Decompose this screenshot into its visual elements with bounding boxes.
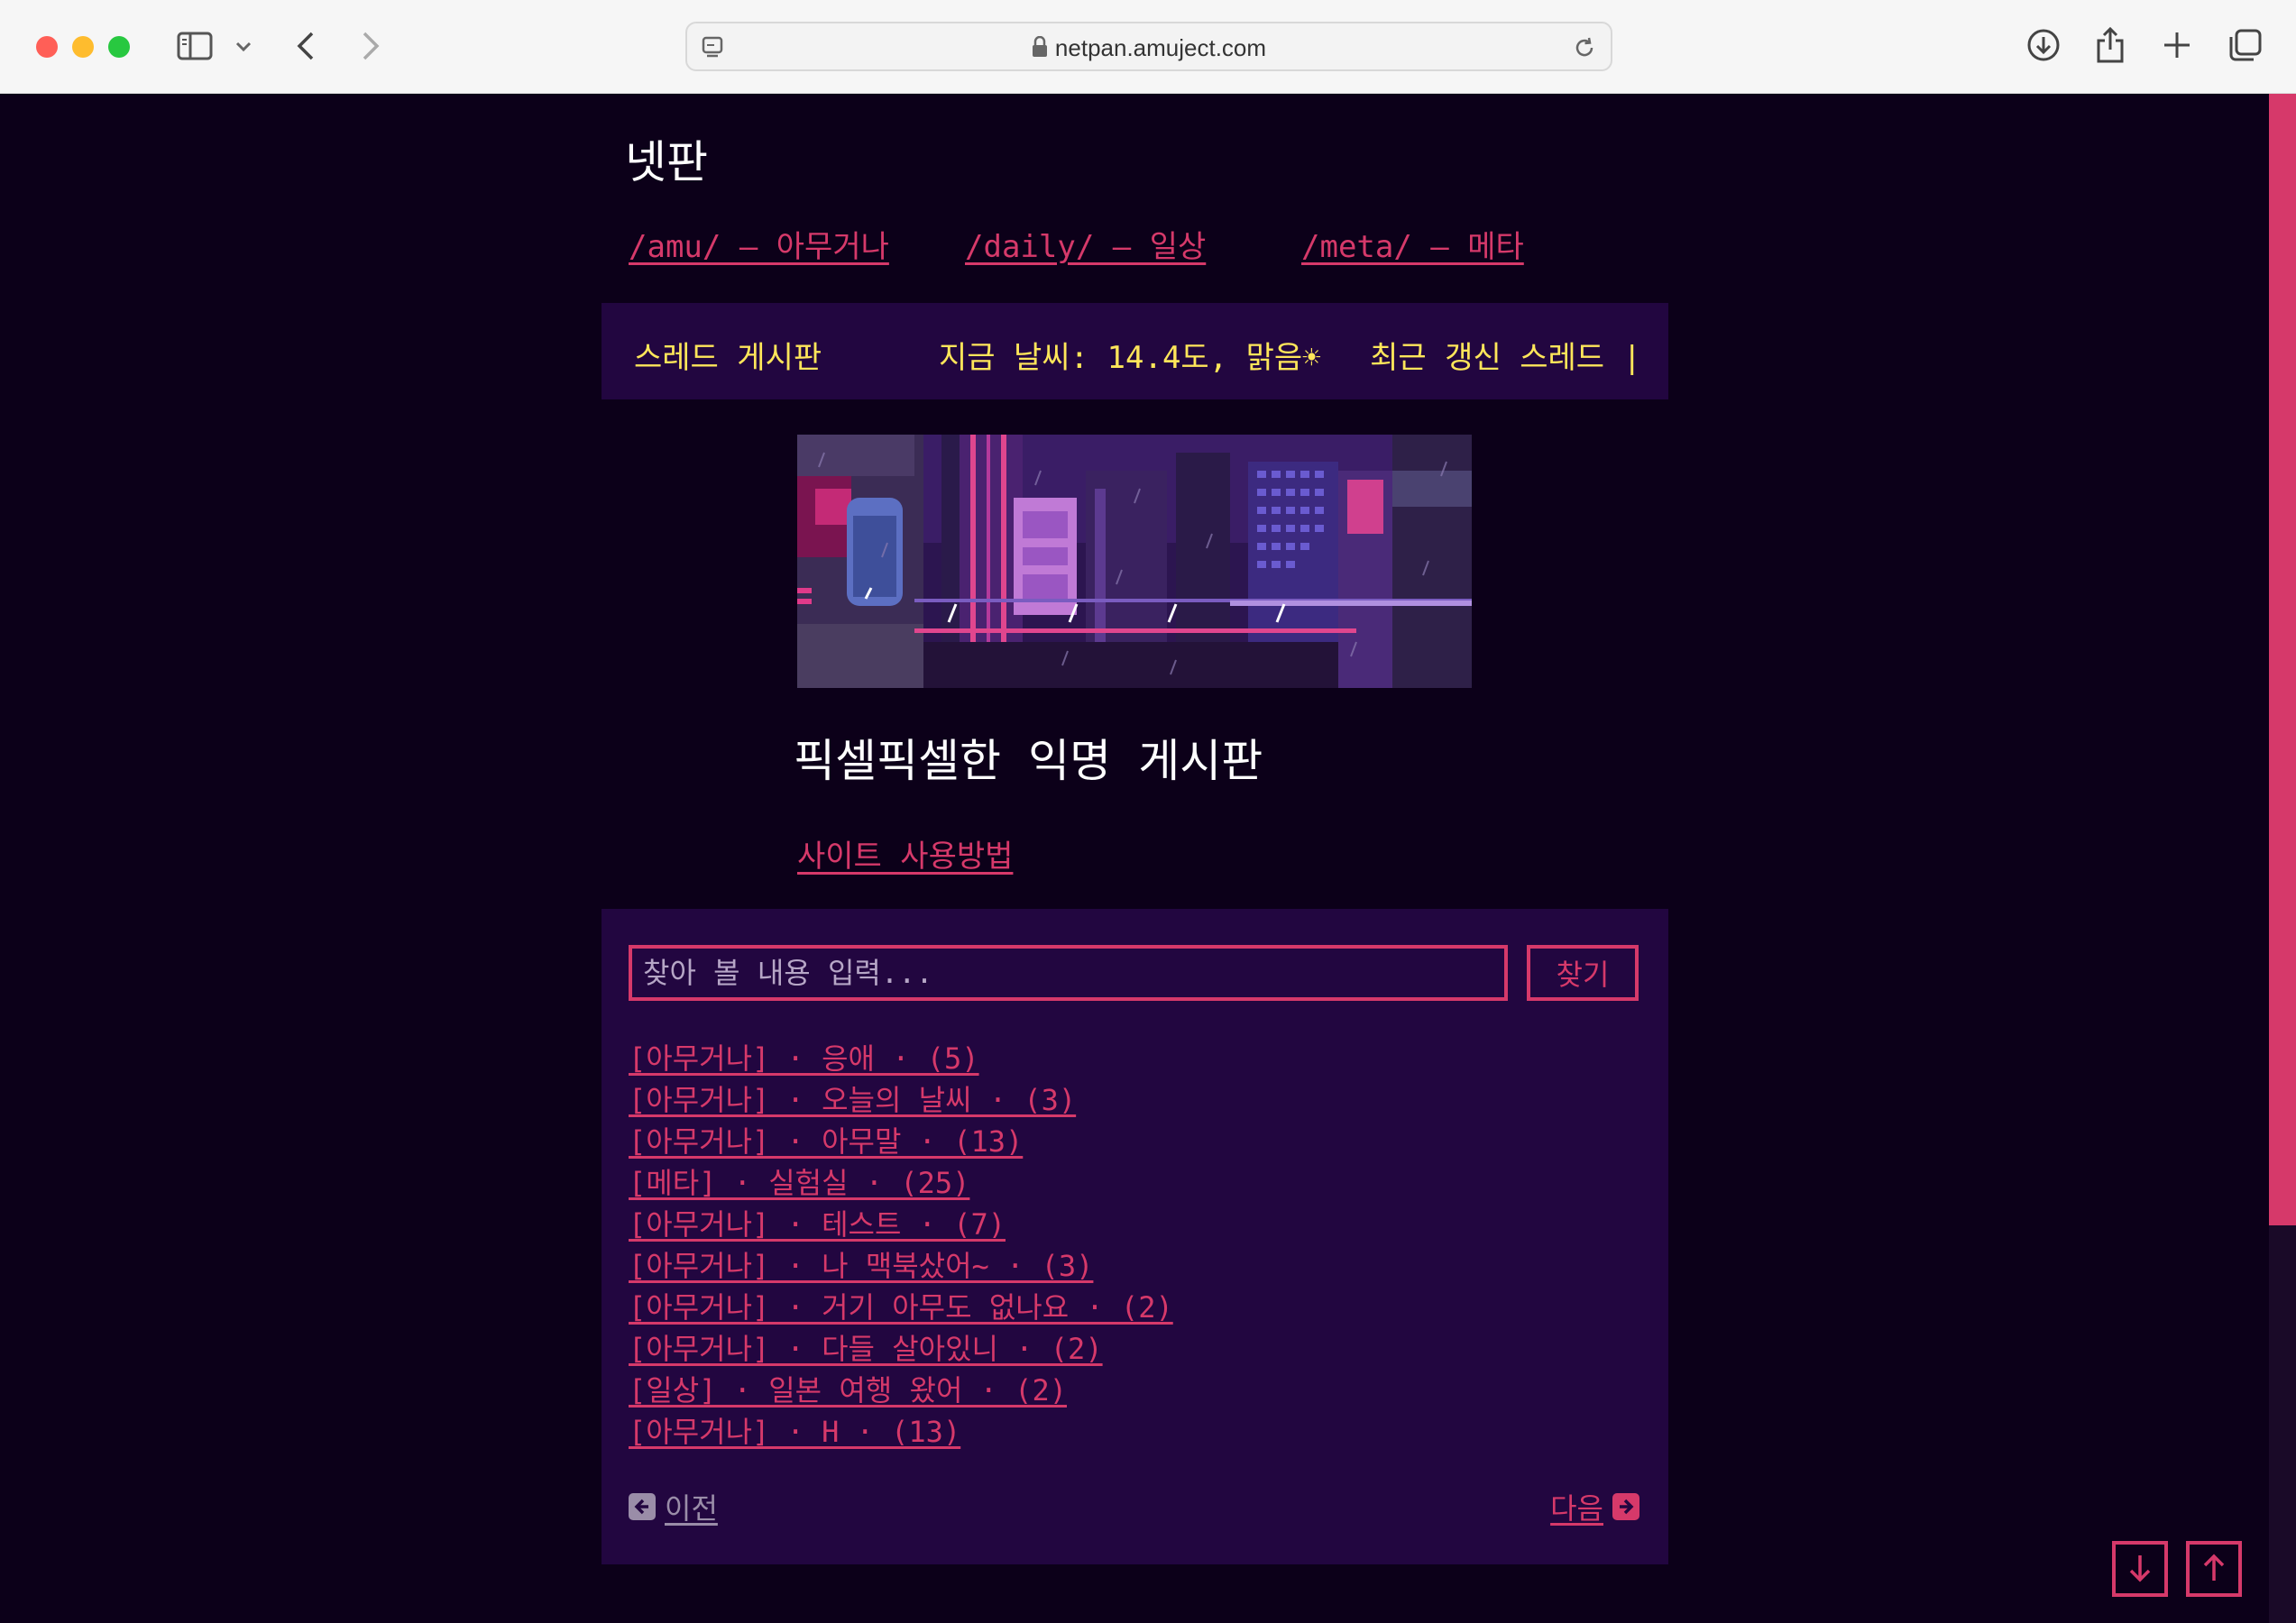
- recent-threads-ticker: 최근 갱신 스레드 |: [1370, 340, 1641, 376]
- scroll-up-button[interactable]: [2186, 1541, 2242, 1597]
- thread-link[interactable]: [일상] · 일본 여행 왔어 · (2): [629, 1373, 1067, 1408]
- list-item: [아무거나] · 아무말 · (13): [629, 1119, 1173, 1160]
- arrow-down-icon: [2126, 1553, 2154, 1586]
- list-item: [아무거나] · 거기 아무도 없나요 · (2): [629, 1285, 1173, 1326]
- minimize-window-button[interactable]: [72, 36, 94, 58]
- next-page-link[interactable]: 다음: [1550, 1486, 1639, 1527]
- list-item: [아무거나] · 나 맥북샀어~ · (3): [629, 1243, 1173, 1285]
- list-item: [아무거나] · 다들 살아있니 · (2): [629, 1326, 1173, 1368]
- howto-link[interactable]: 사이트 사용방법: [797, 831, 1013, 876]
- scroll-down-button[interactable]: [2112, 1541, 2168, 1597]
- thread-link[interactable]: [메타] · 실험실 · (25): [629, 1166, 969, 1200]
- thread-link[interactable]: [아무거나] · 나 맥북샀어~ · (3): [629, 1249, 1093, 1283]
- share-icon[interactable]: [2094, 25, 2126, 65]
- search-input[interactable]: [629, 945, 1508, 1001]
- thread-link[interactable]: [아무거나] · 다들 살아있니 · (2): [629, 1332, 1103, 1366]
- thread-link[interactable]: [아무거나] · 아무말 · (13): [629, 1124, 1023, 1159]
- board-name: 스레드 게시판: [634, 340, 822, 376]
- thread-link[interactable]: [아무거나] · 응애 · (5): [629, 1041, 979, 1076]
- thread-list: [아무거나] · 응애 · (5) [아무거나] · 오늘의 날씨 · (3) …: [629, 1036, 1173, 1451]
- nav-link-meta[interactable]: /meta/ — 메타: [1301, 222, 1524, 266]
- prev-page-link[interactable]: 이전: [629, 1486, 718, 1527]
- page-viewport: 넷판 /amu/ — 아무거나 /daily/ — 일상 /meta/ — 메타…: [0, 94, 2296, 1623]
- prev-page-label: 이전: [665, 1491, 718, 1526]
- lock-icon: [1032, 35, 1048, 64]
- browser-toolbar: netpan.amuject.com: [0, 0, 2296, 94]
- thread-link[interactable]: [아무거나] · 거기 아무도 없나요 · (2): [629, 1290, 1173, 1325]
- weather-text: 지금 날씨: 14.4도, 맑음☀: [939, 340, 1321, 376]
- sidebar-icon[interactable]: [175, 30, 215, 62]
- hero-title: 픽셀픽셀한 익명 게시판: [794, 735, 1263, 787]
- list-item: [아무거나] · H · (13): [629, 1409, 1173, 1451]
- zoom-window-button[interactable]: [108, 36, 130, 58]
- nav-link-amu[interactable]: /amu/ — 아무거나: [629, 222, 889, 266]
- info-bar: 스레드 게시판 지금 날씨: 14.4도, 맑음☀ 최근 갱신 스레드 |: [602, 303, 1668, 399]
- list-item: [일상] · 일본 여행 왔어 · (2): [629, 1368, 1173, 1409]
- arrow-left-icon: [629, 1493, 656, 1520]
- url-text: netpan.amuject.com: [687, 34, 1611, 64]
- list-item: [아무거나] · 응애 · (5): [629, 1036, 1173, 1077]
- thread-link[interactable]: [아무거나] · 테스트 · (7): [629, 1207, 1006, 1242]
- search-button[interactable]: 찾기: [1527, 945, 1639, 1001]
- thread-link[interactable]: [아무거나] · 오늘의 날씨 · (3): [629, 1083, 1076, 1117]
- list-item: [아무거나] · 테스트 · (7): [629, 1202, 1173, 1243]
- scrollbar-thumb[interactable]: [2269, 94, 2296, 1225]
- close-window-button[interactable]: [36, 36, 58, 58]
- reload-icon[interactable]: [1571, 34, 1598, 61]
- thread-link[interactable]: [아무거나] · H · (13): [629, 1415, 960, 1449]
- download-icon[interactable]: [2025, 27, 2062, 63]
- back-icon[interactable]: [290, 29, 321, 63]
- list-item: [메타] · 실험실 · (25): [629, 1160, 1173, 1202]
- tab-overview-icon[interactable]: [2227, 27, 2264, 63]
- forward-icon[interactable]: [355, 29, 386, 63]
- chevron-down-icon[interactable]: [233, 36, 254, 58]
- arrow-up-icon: [2200, 1553, 2227, 1586]
- url-label: netpan.amuject.com: [1054, 34, 1267, 61]
- arrow-right-icon: [1612, 1493, 1639, 1520]
- page-scrollbar[interactable]: [2269, 94, 2296, 1623]
- thread-panel: 찾기 [아무거나] · 응애 · (5) [아무거나] · 오늘의 날씨 · (…: [602, 909, 1668, 1564]
- site-title: 넷판: [625, 136, 708, 188]
- nav-link-daily[interactable]: /daily/ — 일상: [965, 222, 1206, 266]
- new-tab-icon[interactable]: [2161, 29, 2193, 61]
- next-page-label: 다음: [1550, 1491, 1603, 1526]
- list-item: [아무거나] · 오늘의 날씨 · (3): [629, 1077, 1173, 1119]
- hero-banner-image: [797, 435, 1472, 688]
- address-bar[interactable]: netpan.amuject.com: [685, 22, 1612, 71]
